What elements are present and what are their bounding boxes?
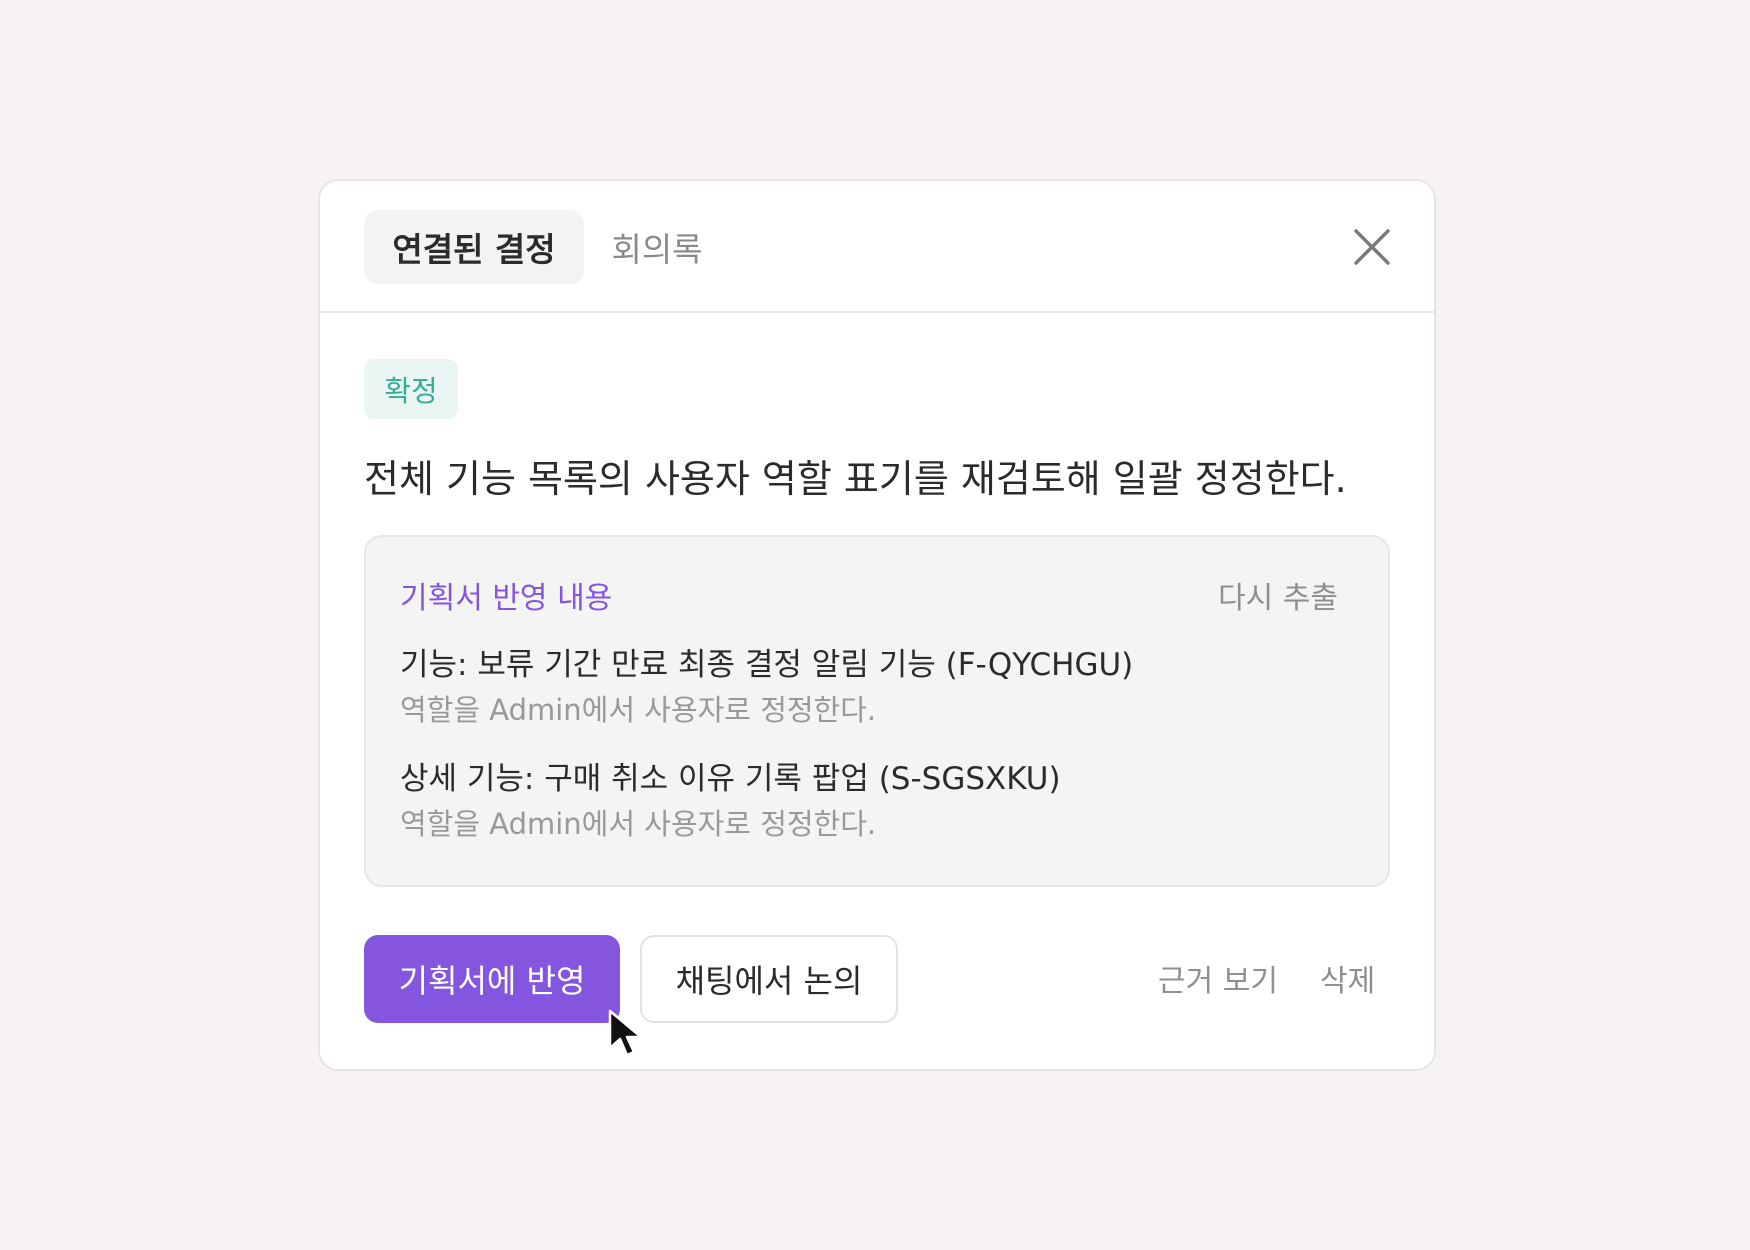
tab-linked-decision[interactable]: 연결된 결정 [364, 210, 584, 284]
tab-meeting-notes[interactable]: 회의록 [602, 210, 712, 284]
spec-reflection-box: 기획서 반영 내용 다시 추출 기능: 보류 기간 만료 최종 결정 알림 기능… [364, 535, 1390, 887]
panel-header: 연결된 결정 회의록 [320, 181, 1434, 313]
delete-link[interactable]: 삭제 [1320, 956, 1375, 1000]
reflection-item-description: 역할을 Admin에서 사용자로 정정한다. [400, 693, 877, 727]
reflection-item-title: 상세 기능: 구매 취소 이유 기록 팝업 (S-SGSXKU) [400, 761, 1061, 797]
apply-to-spec-button[interactable]: 기획서에 반영 [364, 935, 620, 1023]
close-icon [1354, 229, 1390, 265]
reflection-item-description: 역할을 Admin에서 사용자로 정정한다. [400, 807, 877, 841]
decision-title: 전체 기능 목록의 사용자 역할 표기를 재검토해 일괄 정정한다. [364, 457, 1347, 501]
view-evidence-link[interactable]: 근거 보기 [1158, 956, 1278, 1000]
mouse-pointer-icon [608, 1009, 643, 1057]
reextract-button[interactable]: 다시 추출 [1218, 573, 1338, 617]
close-button[interactable] [1344, 219, 1400, 275]
status-badge: 확정 [364, 359, 458, 419]
reflection-item-title: 기능: 보류 기간 만료 최종 결정 알림 기능 (F-QYCHGU) [400, 647, 1134, 683]
decision-panel: 연결된 결정 회의록 확정 전체 기능 목록의 사용자 역할 표기를 재검토해 … [318, 179, 1436, 1071]
discuss-in-chat-button[interactable]: 채팅에서 논의 [640, 935, 898, 1023]
reflection-heading: 기획서 반영 내용 [400, 581, 613, 616]
